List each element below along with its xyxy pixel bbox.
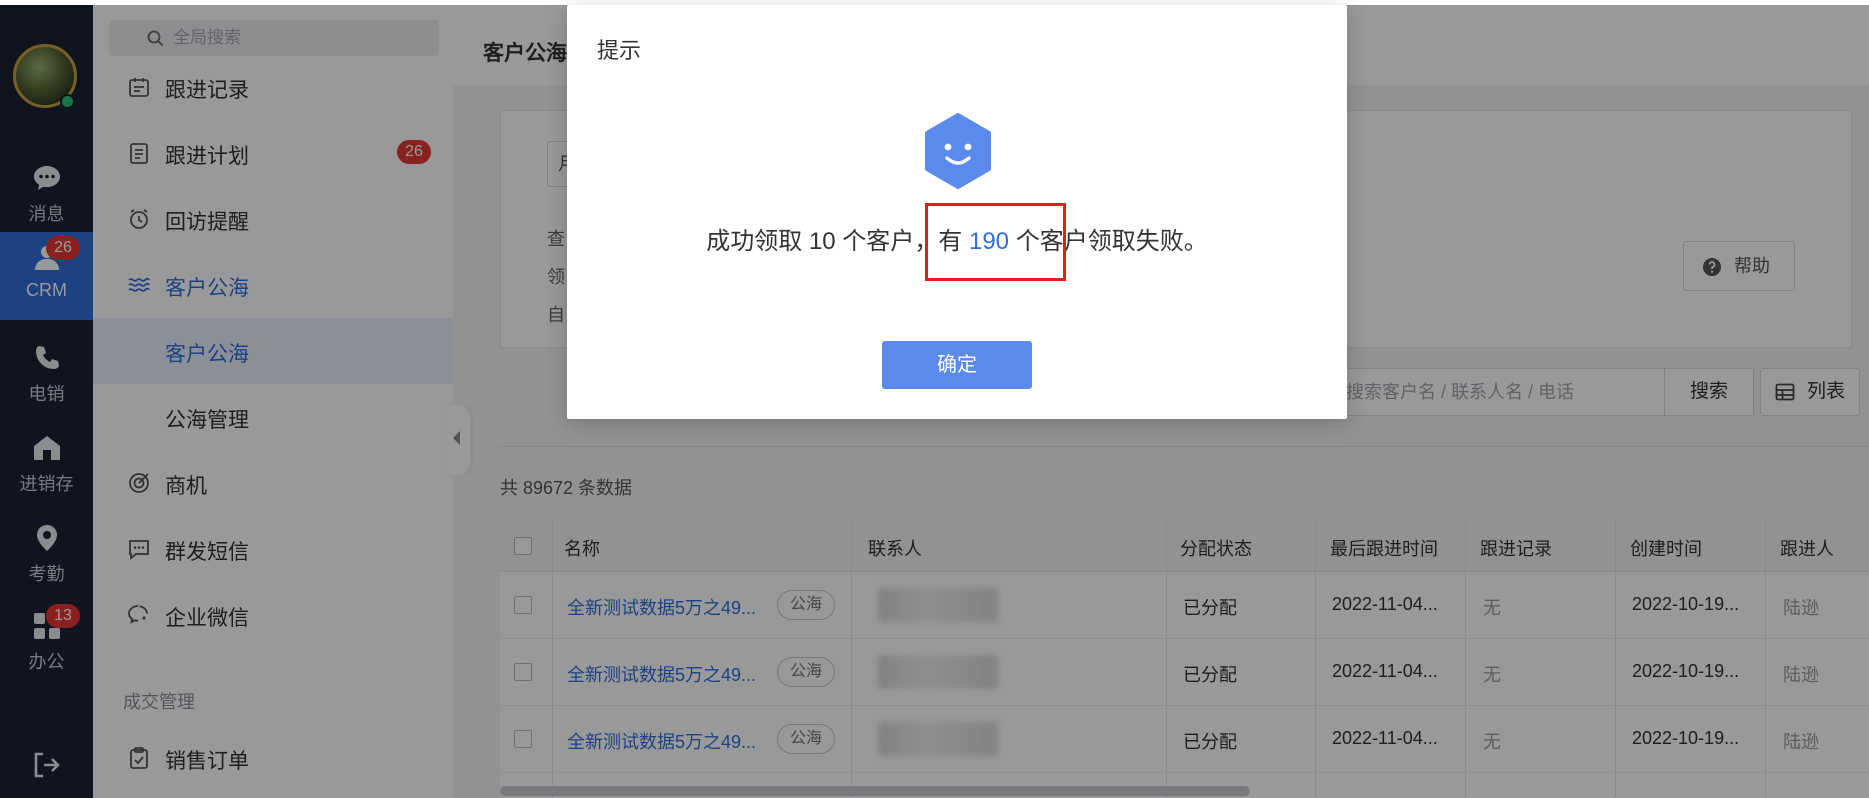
confirm-button[interactable]: 确定 — [882, 341, 1032, 389]
highlight-box — [925, 203, 1066, 281]
smiley-hexagon-icon — [925, 113, 991, 189]
result-dialog: 提示 成功领取 10 个客户，有 190 个客户领取失败。 确定 — [567, 5, 1347, 419]
dialog-title: 提示 — [597, 38, 642, 63]
